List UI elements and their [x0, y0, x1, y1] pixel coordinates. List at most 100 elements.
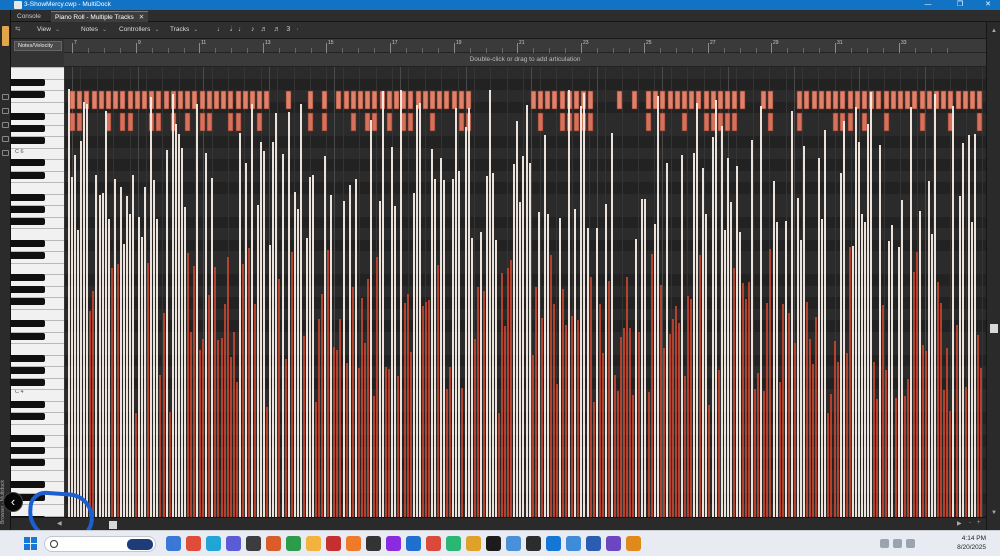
taskbar-app-icon[interactable]: [206, 536, 221, 551]
close-tab-icon[interactable]: ✕: [139, 14, 144, 21]
black-key[interactable]: [11, 79, 45, 86]
scroll-up-icon[interactable]: ▲: [990, 28, 998, 34]
view-menu[interactable]: View ⌄: [37, 25, 60, 35]
toolbar-tools-icon[interactable]: ⇆: [15, 25, 20, 35]
minimize-button[interactable]: —: [916, 0, 940, 10]
horizontal-scroll-thumb[interactable]: [109, 521, 117, 529]
black-key[interactable]: [11, 252, 45, 259]
black-key[interactable]: [11, 298, 45, 305]
black-key[interactable]: [11, 435, 45, 442]
notes-velocity-dropdown[interactable]: Notes/Velocity: [14, 41, 62, 51]
tracks-menu[interactable]: Tracks ⌄: [170, 25, 198, 35]
chevron-left-icon[interactable]: ‹: [3, 492, 23, 512]
velocity-bar: [291, 252, 293, 517]
maximize-button[interactable]: ❐: [948, 0, 972, 10]
ruler-major-tick: [72, 43, 73, 53]
taskbar-app-icon[interactable]: [426, 536, 441, 551]
note-block: [134, 90, 141, 110]
taskbar-app-icon[interactable]: [606, 536, 621, 551]
taskbar-app-icon[interactable]: [586, 536, 601, 551]
select-tool-icon[interactable]: [2, 94, 9, 100]
black-key[interactable]: [11, 218, 45, 225]
close-button[interactable]: ✕: [976, 0, 1000, 10]
erase-tool-icon[interactable]: [2, 136, 9, 142]
windows-start-icon[interactable]: [24, 537, 38, 551]
scroll-right-icon[interactable]: ▶: [957, 520, 962, 527]
battery-icon[interactable]: [906, 539, 915, 548]
taskbar-app-icon[interactable]: [566, 536, 581, 551]
black-key[interactable]: [11, 206, 45, 213]
taskbar-app-icon[interactable]: [486, 536, 501, 551]
taskbar-app-icon[interactable]: [166, 536, 181, 551]
volume-icon[interactable]: [893, 539, 902, 548]
taskbar-app-icon[interactable]: [406, 536, 421, 551]
velocity-bar: [748, 282, 750, 517]
horizontal-scrollbar[interactable]: ◀ ▶ - +: [11, 517, 986, 530]
piano-keyboard[interactable]: C 6 C 4: [11, 67, 64, 523]
zoom-out-icon[interactable]: -: [969, 520, 971, 526]
taskbar-app-icon[interactable]: [246, 536, 261, 551]
taskbar-app-icon[interactable]: [466, 536, 481, 551]
black-key[interactable]: [11, 137, 45, 144]
scroll-down-icon[interactable]: ▼: [990, 510, 998, 516]
notes-menu[interactable]: Notes ⌄: [81, 25, 107, 35]
vertical-scrollbar[interactable]: ▲ ▼: [986, 22, 1000, 530]
zoom-in-icon[interactable]: +: [977, 520, 981, 526]
black-key[interactable]: [11, 367, 45, 374]
taskbar-app-icon[interactable]: [446, 536, 461, 551]
network-icon[interactable]: [880, 539, 889, 548]
taskbar-app-icon[interactable]: [346, 536, 361, 551]
taskbar-app-icon[interactable]: [386, 536, 401, 551]
taskbar-app-icon[interactable]: [326, 536, 341, 551]
controllers-menu[interactable]: Controllers ⌄: [119, 25, 159, 35]
piano-roll-grid[interactable]: [64, 67, 986, 517]
edit-tool-icon[interactable]: [2, 108, 9, 114]
black-key[interactable]: [11, 481, 45, 488]
note-duration-buttons[interactable]: ♩ 𝅗𝅥 ♩ ♪ ♬ ♬ 3 ·: [217, 25, 301, 35]
black-key[interactable]: [11, 320, 45, 327]
black-key[interactable]: [11, 194, 45, 201]
taskbar-search-box[interactable]: [44, 536, 156, 552]
black-key[interactable]: [11, 413, 45, 420]
black-key[interactable]: [11, 401, 45, 408]
black-key[interactable]: [11, 447, 45, 454]
black-key[interactable]: [11, 240, 45, 247]
taskbar-app-icon[interactable]: [306, 536, 321, 551]
tab-piano-roll[interactable]: Piano Roll - Multiple Tracks ✕: [51, 11, 149, 22]
taskbar-app-icon[interactable]: [526, 536, 541, 551]
taskbar-clock[interactable]: 4:14 PM 8/20/2025: [926, 534, 986, 552]
taskbar-app-icon[interactable]: [626, 536, 641, 551]
velocity-bar: [474, 339, 476, 517]
velocity-bar: [544, 135, 546, 517]
black-key[interactable]: [11, 379, 45, 386]
track-color-tab[interactable]: [2, 26, 9, 46]
taskbar-app-icon[interactable]: [226, 536, 241, 551]
black-key[interactable]: [11, 159, 45, 166]
black-key[interactable]: [11, 125, 45, 132]
note-block: [688, 90, 695, 110]
snap-tool-icon[interactable]: [2, 150, 9, 156]
notes-and-velocity-view[interactable]: [64, 67, 986, 517]
taskbar-app-icon[interactable]: [366, 536, 381, 551]
timeline-ruler[interactable]: 7 9 11 13 15 17 19 21 23 25 27 29 31 33: [64, 39, 986, 53]
draw-tool-icon[interactable]: [2, 122, 9, 128]
velocity-bar: [596, 228, 598, 517]
taskbar-app-icon[interactable]: [266, 536, 281, 551]
black-key[interactable]: [11, 172, 45, 179]
vertical-scroll-thumb[interactable]: [990, 324, 998, 333]
taskbar-app-icon[interactable]: [546, 536, 561, 551]
taskbar-app-icon[interactable]: [186, 536, 201, 551]
black-key[interactable]: [11, 274, 45, 281]
black-key[interactable]: [11, 286, 45, 293]
tab-console[interactable]: Console: [13, 11, 45, 22]
black-key[interactable]: [11, 91, 45, 98]
black-key[interactable]: [11, 459, 45, 466]
search-highlight-icon: [127, 539, 153, 550]
black-key[interactable]: [11, 333, 45, 340]
taskbar-app-icon[interactable]: [506, 536, 521, 551]
articulation-lane[interactable]: Double-click or drag to add articulation: [64, 53, 986, 67]
black-key[interactable]: [11, 113, 45, 120]
black-key[interactable]: [11, 355, 45, 362]
velocity-bar: [156, 219, 158, 517]
taskbar-app-icon[interactable]: [286, 536, 301, 551]
